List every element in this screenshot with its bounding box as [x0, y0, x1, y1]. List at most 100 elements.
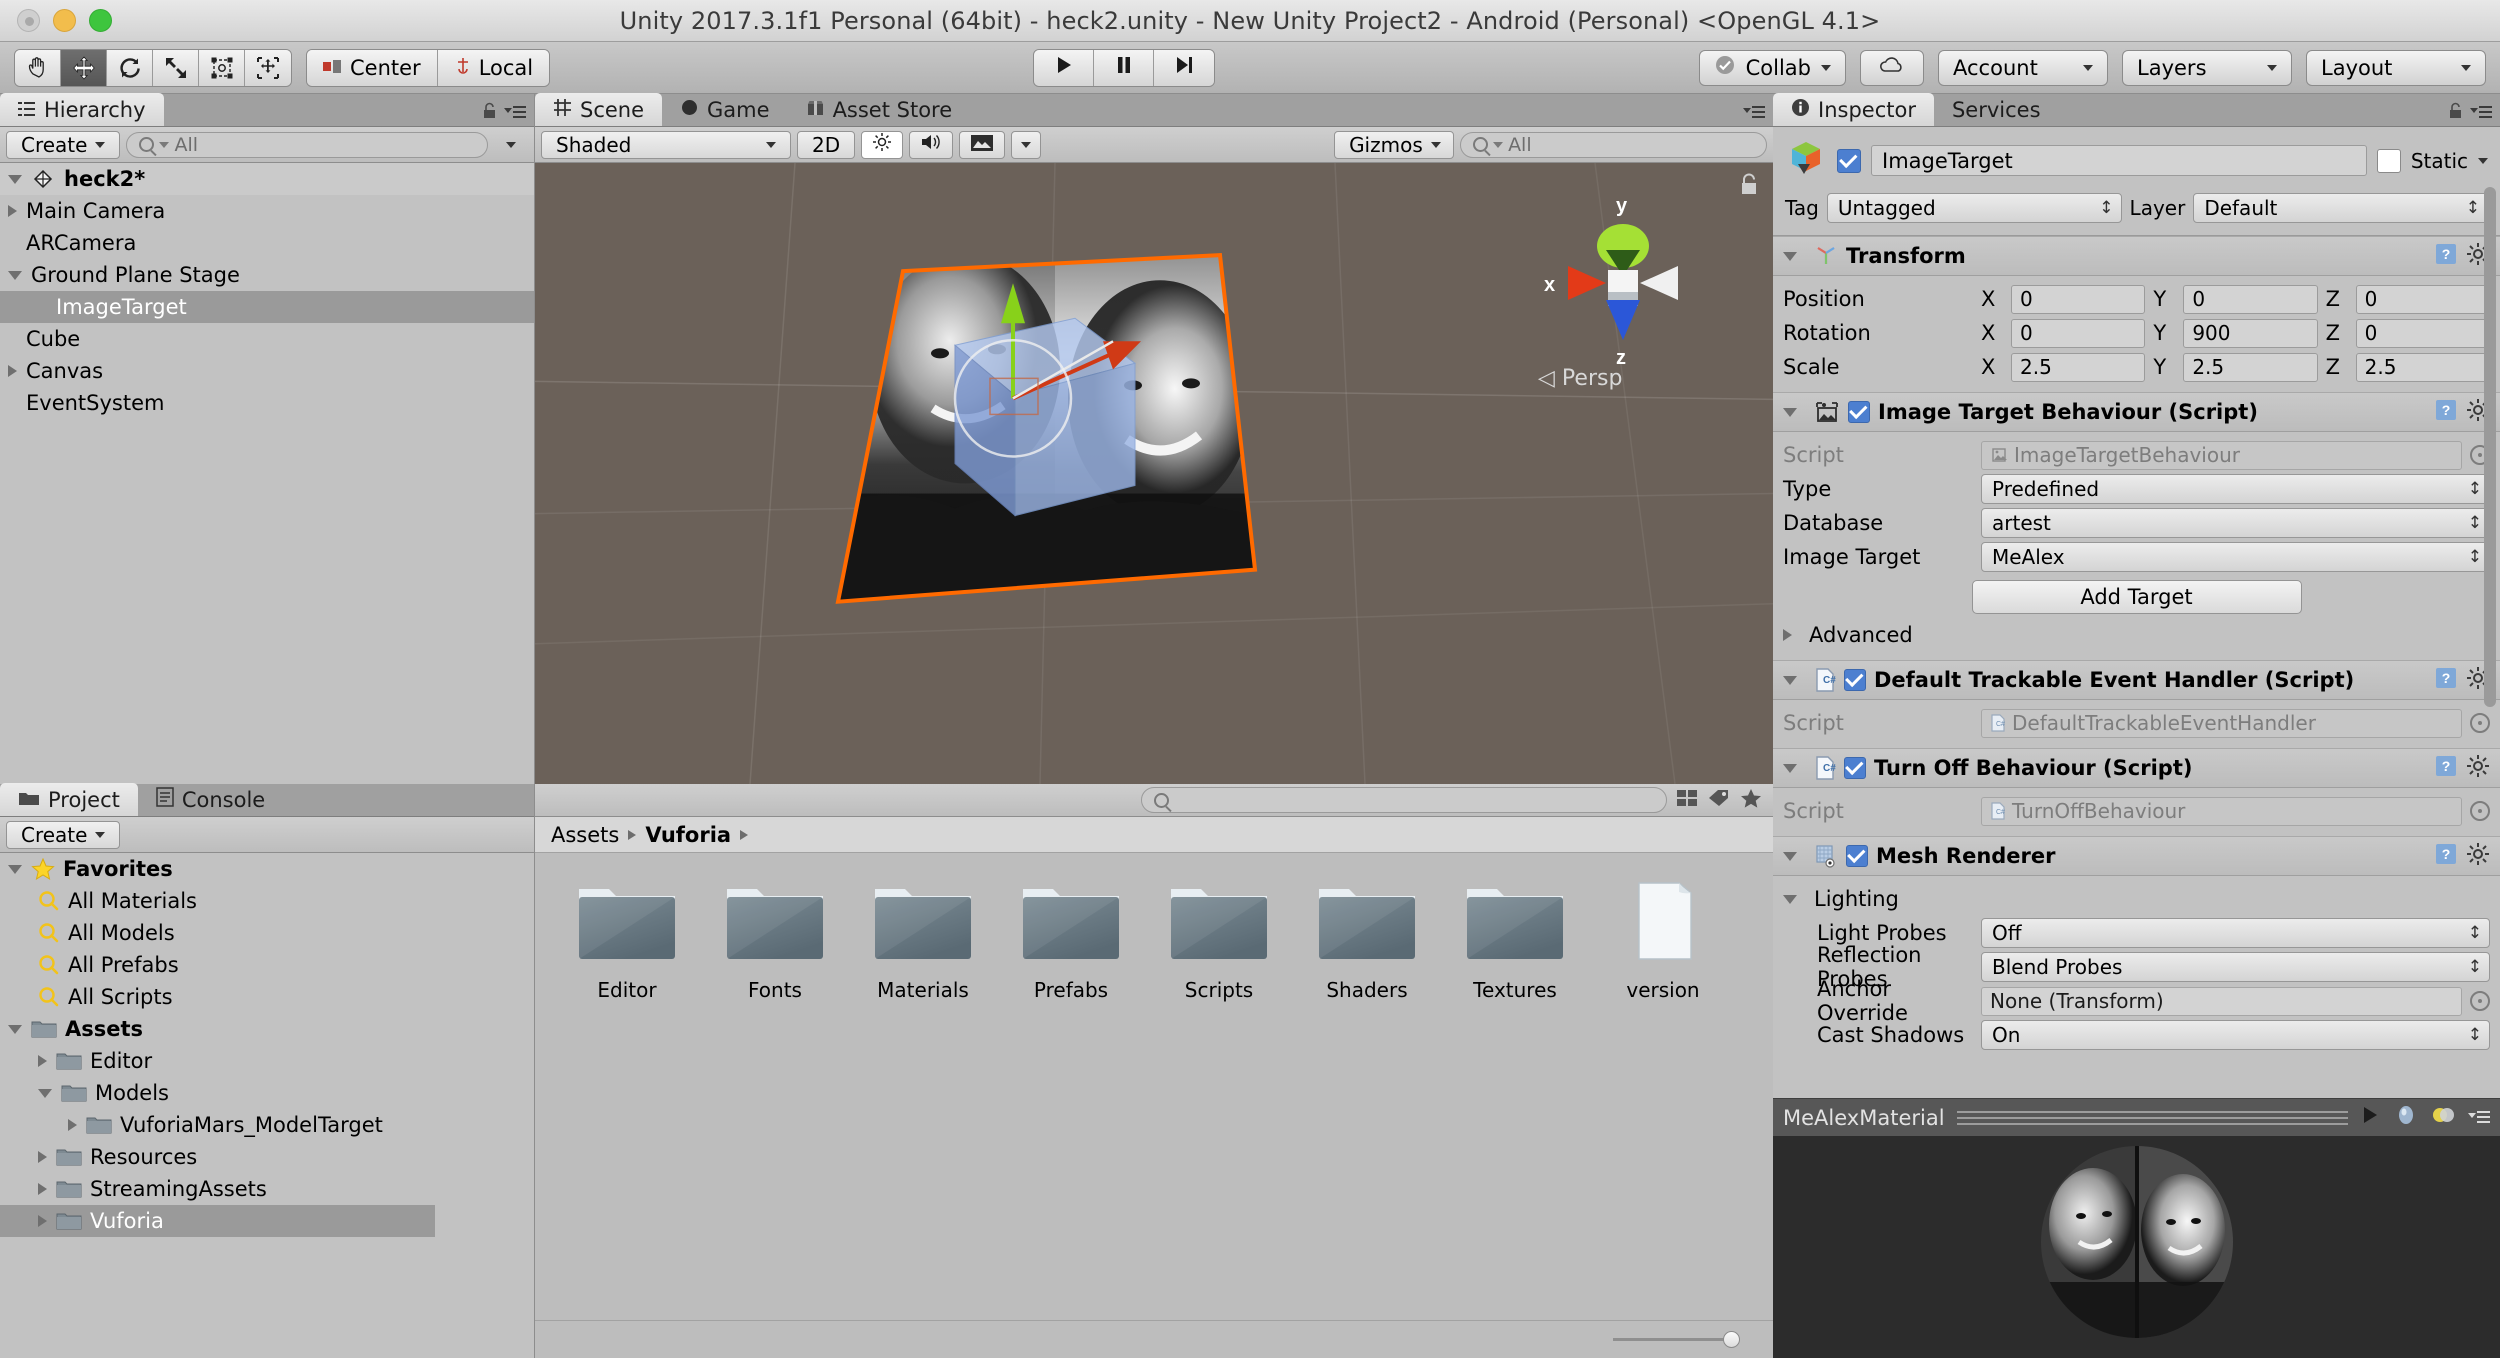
- component-header-mesh-renderer[interactable]: Mesh Renderer ?: [1773, 836, 2500, 876]
- image-target-enabled-checkbox[interactable]: [1848, 401, 1870, 423]
- play-button[interactable]: [1034, 49, 1095, 86]
- hierarchy-item-eventsystem[interactable]: EventSystem: [0, 387, 534, 419]
- hierarchy-item-ground-plane-stage[interactable]: Ground Plane Stage: [0, 259, 534, 291]
- hierarchy-item-imagetarget[interactable]: ImageTarget: [0, 291, 534, 323]
- help-icon[interactable]: ?: [2434, 398, 2458, 427]
- component-header-transform[interactable]: Transform ?: [1773, 236, 2500, 276]
- inspector-tab-icons[interactable]: [2448, 101, 2492, 125]
- scene-search-input[interactable]: All: [1460, 131, 1767, 158]
- scene-lock-icon[interactable]: [1739, 173, 1759, 202]
- static-checkbox[interactable]: [2376, 148, 2401, 173]
- mesh-renderer-objectfield-anchor-override[interactable]: None (Transform): [1981, 986, 2462, 1016]
- trackable-handler-fields[interactable]: Script C# DefaultTrackableEventHandler: [1773, 700, 2500, 748]
- panel-menu-icon[interactable]: [1743, 101, 1765, 125]
- chevron-right-icon[interactable]: [38, 1055, 47, 1067]
- layer-dropdown[interactable]: Default: [2193, 193, 2488, 223]
- image-target-target-dropdown[interactable]: MeAlex: [1981, 542, 2490, 572]
- project-tree-item-models[interactable]: Models: [0, 1077, 435, 1109]
- tab-hierarchy[interactable]: Hierarchy: [0, 93, 164, 126]
- space-mode-button[interactable]: Local: [437, 49, 550, 86]
- chevron-down-icon[interactable]: [8, 1024, 22, 1034]
- gameobject-enabled-checkbox[interactable]: [1837, 148, 1861, 173]
- help-icon[interactable]: ?: [2434, 842, 2458, 871]
- help-icon[interactable]: ?: [2434, 754, 2458, 783]
- layers-button[interactable]: Layers: [2122, 49, 2293, 86]
- asset-item-version[interactable]: version: [1589, 879, 1737, 1002]
- asset-zoom-slider[interactable]: [1613, 1331, 1740, 1348]
- asset-grid[interactable]: Editor Fonts Materials Prefabs Scripts Shader…: [535, 853, 1773, 1320]
- trackable-handler-enabled-checkbox[interactable]: [1844, 669, 1866, 691]
- chevron-right-icon[interactable]: [1783, 629, 1792, 641]
- image-target-database-dropdown[interactable]: artest: [1981, 508, 2490, 538]
- transform-scale-y[interactable]: 2.5: [2183, 352, 2318, 382]
- material-icon[interactable]: [2430, 1103, 2456, 1132]
- project-breadcrumb[interactable]: Assets Vuforia: [535, 817, 1773, 853]
- panel-menu-icon[interactable]: [2468, 1106, 2490, 1130]
- mesh-renderer-dropdown-light-probes[interactable]: Off: [1981, 918, 2490, 948]
- project-create-button[interactable]: Create: [6, 820, 121, 849]
- transform-scale-z[interactable]: 2.5: [2355, 352, 2490, 382]
- hierarchy-item-main-camera[interactable]: Main Camera: [0, 195, 534, 227]
- transform-scale-x[interactable]: 2.5: [2011, 352, 2146, 382]
- favorite-star-icon[interactable]: [1739, 787, 1763, 814]
- transform-position-y[interactable]: 0: [2183, 284, 2318, 314]
- transform-fields[interactable]: Position X 0 Y 0 Z 0 Rotation X 0 Y 900 Z 0 Scale X 2.5 Y…: [1773, 276, 2500, 392]
- project-tree-item-vuforia[interactable]: Vuforia: [0, 1205, 435, 1237]
- chevron-down-icon[interactable]: [1783, 675, 1797, 685]
- chevron-right-icon[interactable]: [8, 205, 17, 217]
- transform-tools-group[interactable]: [14, 48, 292, 87]
- tab-console[interactable]: Console: [138, 783, 283, 816]
- add-target-button[interactable]: Add Target: [1971, 580, 2302, 614]
- mesh-renderer-dropdown-cast-shadows[interactable]: On: [1981, 1020, 2490, 1050]
- trackable-handler-script-field[interactable]: C# DefaultTrackableEventHandler: [1981, 708, 2462, 738]
- transform-rotation-z[interactable]: 0: [2355, 318, 2490, 348]
- breadcrumb-item-assets[interactable]: Assets: [551, 823, 619, 847]
- image-target-fields[interactable]: Script ImageTargetBehaviour Type Predefi…: [1773, 432, 2500, 660]
- scene-draw-mode-dropdown[interactable]: Shaded: [541, 130, 791, 159]
- chevron-right-icon[interactable]: [38, 1215, 47, 1227]
- project-tree-item-streamingassets[interactable]: StreamingAssets: [0, 1173, 435, 1205]
- tab-services[interactable]: Services: [1934, 93, 2059, 126]
- step-button[interactable]: [1154, 49, 1215, 86]
- filter-by-label-icon[interactable]: [1707, 787, 1731, 814]
- inspector-body[interactable]: ImageTarget Static Tag Untagged Layer De…: [1773, 127, 2500, 1098]
- panel-menu-icon[interactable]: [2470, 101, 2492, 125]
- asset-item-shaders[interactable]: Shaders: [1293, 879, 1441, 1002]
- asset-item-textures[interactable]: Textures: [1441, 879, 1589, 1002]
- mesh-renderer-dropdown-reflection-probes[interactable]: Blend Probes: [1981, 952, 2490, 982]
- pause-button[interactable]: [1094, 49, 1155, 86]
- chevron-right-icon[interactable]: [38, 1183, 47, 1195]
- hierarchy-item-canvas[interactable]: Canvas: [0, 355, 534, 387]
- turn-off-script-field[interactable]: C# TurnOffBehaviour: [1981, 796, 2462, 826]
- sphere-icon[interactable]: [2394, 1103, 2418, 1132]
- favorite-item-all-models[interactable]: All Models: [0, 917, 435, 949]
- tag-dropdown[interactable]: Untagged: [1826, 193, 2122, 223]
- component-header-image-target[interactable]: Image Target Behaviour (Script) ?: [1773, 392, 2500, 432]
- chevron-right-icon[interactable]: [68, 1119, 77, 1131]
- asset-item-scripts[interactable]: Scripts: [1145, 879, 1293, 1002]
- breadcrumb-item-vuforia[interactable]: Vuforia: [645, 823, 731, 847]
- scene-axis-gizmo[interactable]: y x z ◁ Persp: [1528, 188, 1718, 391]
- play-icon[interactable]: [2360, 1105, 2382, 1130]
- scene-fx-toggle[interactable]: [959, 130, 1006, 159]
- transform-rotation-y[interactable]: 900: [2183, 318, 2318, 348]
- mesh-renderer-lighting-row[interactable]: Lighting: [1783, 882, 2490, 916]
- component-header-trackable-handler[interactable]: C# Default Trackable Event Handler (Scri…: [1773, 660, 2500, 700]
- material-preview-header[interactable]: MeAlexMaterial: [1773, 1098, 2500, 1136]
- scene-2d-toggle[interactable]: 2D: [797, 130, 856, 159]
- transform-position-x[interactable]: 0: [2011, 284, 2146, 314]
- hierarchy-scene-row[interactable]: heck2*: [0, 163, 534, 195]
- gameobject-name-field[interactable]: ImageTarget: [1871, 145, 2367, 176]
- hand-tool-button[interactable]: [15, 49, 61, 86]
- playback-controls[interactable]: [1033, 48, 1216, 87]
- persp-toggle-icon[interactable]: ◁: [1538, 366, 1555, 391]
- hierarchy-item-arcamera[interactable]: ARCamera: [0, 227, 534, 259]
- chevron-down-icon[interactable]: [8, 174, 22, 184]
- project-favorites-row[interactable]: Favorites: [0, 853, 435, 885]
- mesh-renderer-enabled-checkbox[interactable]: [1846, 845, 1868, 867]
- tab-inspector[interactable]: Inspector: [1773, 93, 1934, 126]
- project-tree-item-resources[interactable]: Resources: [0, 1141, 435, 1173]
- rotate-tool-button[interactable]: [107, 49, 153, 86]
- component-header-turn-off[interactable]: C# Turn Off Behaviour (Script) ?: [1773, 748, 2500, 788]
- project-assets-row[interactable]: Assets: [0, 1013, 435, 1045]
